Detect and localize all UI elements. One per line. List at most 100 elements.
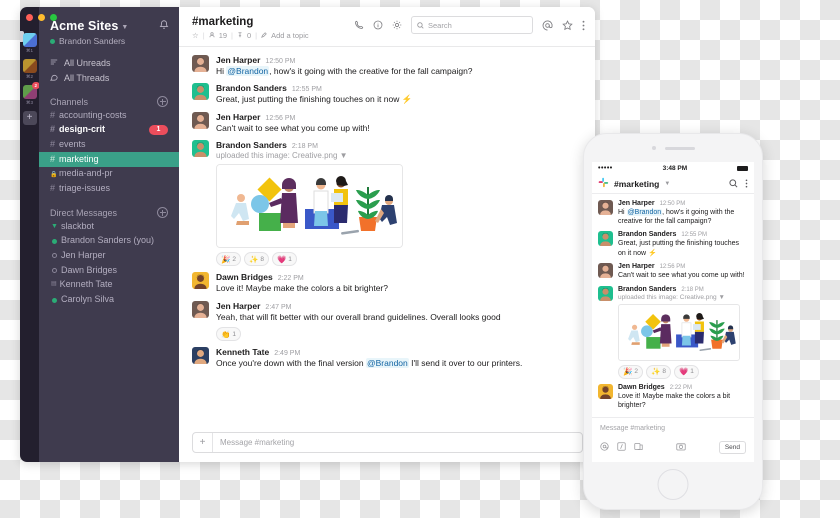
reaction-chip[interactable]: 👏 1 (216, 327, 241, 342)
phone-more-icon[interactable] (745, 175, 748, 193)
search-input[interactable]: Search (411, 16, 533, 34)
close-button[interactable] (26, 14, 33, 21)
chevron-down-icon[interactable]: ▼ (718, 294, 724, 301)
chevron-down-icon[interactable]: ▼ (340, 151, 348, 160)
message-author[interactable]: Jen Harper (216, 112, 260, 122)
workspace-header[interactable]: Acme Sites ▼ (39, 7, 179, 35)
phone-search-icon[interactable] (729, 175, 738, 193)
sidebar-dm-jen-harper[interactable]: Jen Harper (50, 249, 168, 264)
home-button[interactable] (657, 469, 689, 500)
sidebar-channel-triage-issues[interactable]: # triage-issues (50, 182, 168, 197)
sidebar-channel-media-and-pr[interactable]: 🔒 media-and-pr (50, 167, 168, 182)
reaction-chip[interactable]: ✨ 8 (645, 364, 671, 379)
more-icon[interactable] (582, 20, 585, 31)
pins-count[interactable]: 0 (247, 31, 251, 40)
message-item[interactable]: Kenneth Tate 2:49 PM Once you're down with… (179, 344, 595, 372)
dms-label: Direct Messages (50, 207, 118, 218)
message-list[interactable]: Jen Harper 12:50 PM Hi @Brandon, how's it … (179, 47, 595, 426)
phone-icon[interactable] (354, 20, 364, 30)
reaction-emoji: 🎉 (221, 254, 231, 264)
divider: | (202, 31, 205, 40)
reaction-chip[interactable]: 💗 1 (673, 364, 699, 379)
members-count[interactable]: 19 (219, 31, 227, 40)
add-channel-icon[interactable] (157, 96, 168, 107)
minimize-button[interactable] (38, 14, 45, 21)
reaction-emoji: 👏 (221, 329, 231, 339)
phone-top-bezel (584, 134, 762, 162)
message-item[interactable]: Dawn Bridges 2:22 PM Love it! Maybe make t… (592, 381, 754, 413)
sidebar-dm-slackbot[interactable]: ▼ slackbot (50, 219, 168, 234)
star-icon[interactable]: ☆ (192, 31, 199, 40)
workspace-tile[interactable]: ⌘1 (22, 33, 37, 54)
reaction-chip[interactable]: 🎉 2 (216, 252, 241, 267)
message-author[interactable]: Dawn Bridges (216, 272, 273, 282)
message-item[interactable]: Jen Harper 12:50 PM Hi @Brandon, how's it … (179, 52, 595, 80)
message-author[interactable]: Brandon Sanders (618, 231, 676, 238)
message-item[interactable]: Jen Harper 12:50 PM Hi @Brandon, how's it … (592, 197, 754, 229)
message-item[interactable]: Jen Harper 12:56 PM Can't wait to see what… (179, 109, 595, 137)
info-icon[interactable] (373, 20, 383, 30)
message-item[interactable]: Jen Harper 2:47 PM Yeah, that will fit bet… (179, 298, 595, 344)
workspace-tile[interactable]: ⌘2 (22, 59, 37, 80)
message-item[interactable]: Dawn Bridges 2:22 PM Love it! Maybe make t… (179, 269, 595, 297)
image-attachment[interactable] (216, 164, 403, 249)
reaction-chip[interactable]: 🎉 2 (618, 364, 643, 379)
sidebar-dm-brandon-sanders-you[interactable]: Brandon Sanders (you) (50, 234, 168, 249)
avatar (192, 300, 209, 318)
current-user[interactable]: Brandon Sanders (39, 36, 179, 46)
message-item[interactable]: Brandon Sanders 2:18 PM uploaded this imag… (179, 137, 595, 269)
phone-channel-name[interactable]: #marketing (614, 179, 659, 189)
user-mention[interactable]: @Brandon (626, 208, 663, 216)
message-author[interactable]: Brandon Sanders (216, 140, 287, 150)
image-attachment[interactable] (618, 303, 740, 361)
message-author[interactable]: Jen Harper (618, 200, 655, 207)
message-item[interactable]: Brandon Sanders 12:55 PM Great, just putti… (179, 80, 595, 108)
notifications-bell-icon[interactable] (159, 19, 169, 33)
message-input[interactable]: + Message #marketing (192, 432, 583, 453)
sidebar-item-all-unreads[interactable]: All Unreads (50, 55, 168, 70)
attach-icon[interactable] (634, 438, 643, 456)
phone-message-list[interactable]: Jen Harper 12:50 PM Hi @Brandon, how's it … (592, 194, 754, 416)
message-author[interactable]: Jen Harper (216, 55, 260, 65)
message-author[interactable]: Dawn Bridges (618, 384, 665, 391)
message-item[interactable]: Brandon Sanders 2:18 PM uploaded this imag… (592, 283, 754, 381)
user-mention[interactable]: @Brandon (226, 66, 270, 76)
sidebar-channel-events[interactable]: # events (50, 137, 168, 152)
message-item[interactable]: Brandon Sanders 12:55 PM Great, just putti… (592, 229, 754, 261)
sidebar-dm-dawn-bridges[interactable]: Dawn Bridges (50, 263, 168, 278)
add-dm-icon[interactable] (157, 207, 168, 219)
mention-icon[interactable] (600, 438, 609, 456)
message-header: Jen Harper 12:56 PM (618, 263, 748, 270)
user-mention[interactable]: @Brandon (365, 358, 409, 369)
sidebar-item-all-threads[interactable]: All Threads (50, 70, 168, 85)
workspace-name[interactable]: Acme Sites ▼ (50, 19, 128, 33)
workspace-tile[interactable]: ⌘3 2 (22, 82, 40, 106)
maximize-button[interactable] (50, 14, 57, 21)
phone-input-placeholder[interactable]: Message #marketing (592, 418, 754, 432)
add-workspace-button[interactable]: + (22, 111, 37, 125)
sidebar-dm-kenneth-tate[interactable]: ▤ Kenneth Tate (50, 278, 168, 293)
sidebar-channel-design-crit[interactable]: # design-crit 1 (50, 123, 168, 138)
signal-icon: ••••• (598, 164, 613, 172)
message-author[interactable]: Jen Harper (216, 301, 260, 311)
command-icon[interactable] (617, 438, 626, 456)
message-item[interactable]: Jen Harper 12:56 PM Can't wait to see what… (592, 261, 754, 283)
add-topic-button[interactable]: Add a topic (271, 31, 309, 40)
message-author[interactable]: Brandon Sanders (216, 83, 287, 93)
message-author[interactable]: Jen Harper (618, 263, 655, 270)
star-icon[interactable] (562, 19, 573, 31)
message-author[interactable]: Brandon Sanders (618, 286, 676, 293)
sidebar-dm-carolyn-silva[interactable]: Carolyn Silva (50, 293, 168, 308)
sidebar-item-label: All Threads (64, 72, 110, 83)
message-author[interactable]: Kenneth Tate (216, 347, 269, 357)
add-attachment-button[interactable]: + (193, 433, 213, 452)
reaction-chip[interactable]: 💗 1 (271, 252, 297, 267)
mentions-icon[interactable] (542, 20, 553, 31)
camera-icon[interactable] (676, 442, 686, 453)
sidebar-channel-marketing[interactable]: # marketing (39, 152, 179, 167)
message-time: 12:56 PM (265, 114, 296, 122)
gear-icon[interactable] (392, 20, 402, 30)
phone-send-button[interactable]: Send (718, 440, 746, 454)
reaction-chip[interactable]: ✨ 8 (243, 252, 269, 267)
sidebar-channel-accounting-costs[interactable]: # accounting-costs (50, 108, 168, 123)
